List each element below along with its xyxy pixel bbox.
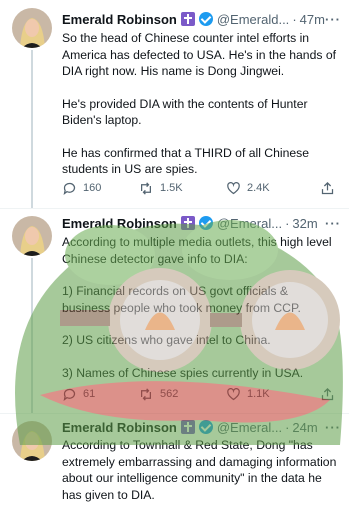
heart-icon [227, 181, 240, 194]
like-count: 1.1K [247, 388, 270, 400]
share-icon [321, 387, 334, 400]
retweet-count: 1.5K [160, 182, 183, 194]
share-button[interactable] [320, 181, 335, 196]
tweet-time[interactable]: 47m [300, 12, 325, 27]
tweet-actions: 160 1.5K 2.4K [62, 180, 337, 196]
retweet-count: 562 [160, 388, 179, 400]
tweet-header: Emerald Robinson @Emeral... · 32m ··· [62, 214, 341, 232]
tweet-thread: Emerald Robinson @Emerald... · 47m ··· S… [0, 0, 349, 502]
tweet-time[interactable]: 32m [292, 216, 317, 231]
tweet-actions: 61 562 1.1K [62, 386, 337, 402]
author-name[interactable]: Emerald Robinson [62, 216, 177, 231]
verified-badge-icon [198, 216, 213, 230]
tweet-text: According to Townhall & Red State, Dong … [62, 437, 337, 519]
retweet-icon [141, 387, 151, 401]
author-handle[interactable]: @Emeral... [217, 420, 282, 435]
author-name[interactable]: Emerald Robinson [62, 12, 177, 27]
tweet-3[interactable]: Emerald Robinson @Emeral... · 24m ··· Ac… [0, 413, 349, 502]
tweet-paragraph: He's provided DIA with the contents of H… [62, 96, 308, 128]
tweet-2[interactable]: Emerald Robinson @Emeral... · 32m ··· Ac… [0, 208, 349, 413]
tweet-text: According to multiple media outlets, thi… [62, 234, 337, 397]
tweet-paragraph: According to multiple media outlets, thi… [62, 235, 332, 266]
like-button[interactable]: 1.1K [226, 387, 320, 402]
verified-badge-icon [198, 420, 213, 434]
more-icon[interactable]: ··· [325, 420, 341, 435]
retweet-button[interactable]: 562 [138, 387, 226, 402]
author-handle[interactable]: @Emeral... [217, 216, 282, 231]
reply-icon [63, 388, 76, 401]
heart-icon [227, 387, 240, 400]
tweet-header: Emerald Robinson @Emeral... · 24m ··· [62, 418, 341, 436]
thread-line [31, 50, 33, 208]
like-button[interactable]: 2.4K [226, 181, 320, 196]
separator-dot: · [285, 215, 290, 231]
like-count: 2.4K [247, 182, 270, 194]
verified-badge-icon [198, 12, 213, 26]
retweet-button[interactable]: 1.5K [138, 181, 226, 196]
tweet-header: Emerald Robinson @Emerald... · 47m ··· [62, 10, 341, 28]
more-icon[interactable]: ··· [325, 12, 341, 27]
cross-badge-icon [180, 420, 195, 434]
reply-icon [63, 182, 76, 195]
author-handle[interactable]: @Emerald... [217, 12, 289, 27]
tweet-paragraph: 3) Names of Chinese spies currently in U… [62, 365, 304, 380]
tweet-paragraph: He has confirmed that a THIRD of all Chi… [62, 145, 310, 177]
more-icon[interactable]: ··· [325, 216, 341, 231]
separator-dot: · [292, 11, 297, 27]
retweet-icon [141, 181, 151, 195]
avatar[interactable] [12, 8, 52, 48]
tweet-text: So the head of Chinese counter intel eff… [62, 30, 337, 194]
tweet-paragraph: According to Townhall & Red State, Dong … [62, 438, 337, 502]
avatar[interactable] [12, 421, 52, 461]
tweet-paragraph: 2) US citizens who gave intel to China. [62, 333, 271, 347]
thread-line [31, 258, 33, 413]
reply-count: 61 [83, 388, 96, 400]
cross-badge-icon [180, 216, 195, 230]
reply-count: 160 [83, 182, 102, 194]
tweet-1[interactable]: Emerald Robinson @Emerald... · 47m ··· S… [0, 0, 349, 208]
share-button[interactable] [320, 387, 335, 402]
reply-button[interactable]: 61 [62, 387, 138, 402]
tweet-paragraph: 1) Financial records on US govt official… [62, 284, 301, 315]
reply-button[interactable]: 160 [62, 181, 138, 196]
author-name[interactable]: Emerald Robinson [62, 420, 177, 435]
tweet-paragraph: So the head of Chinese counter intel eff… [62, 31, 336, 78]
share-icon [321, 181, 334, 194]
tweet-time[interactable]: 24m [292, 420, 317, 435]
cross-badge-icon [180, 12, 195, 26]
avatar[interactable] [12, 216, 52, 256]
separator-dot: · [285, 419, 290, 435]
